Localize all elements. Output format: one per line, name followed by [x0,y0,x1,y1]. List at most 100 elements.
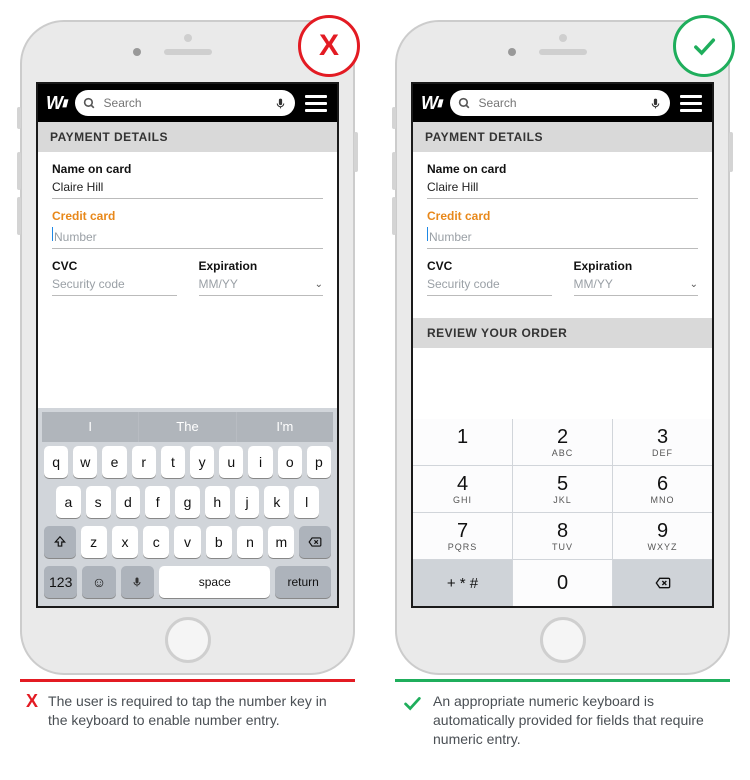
caption-bad: X The user is required to tap the number… [20,682,355,730]
key-l[interactable]: l [294,486,319,518]
key-v[interactable]: v [174,526,200,558]
card-field: Credit card Number [427,209,698,249]
key-q[interactable]: q [44,446,68,478]
numkey-6[interactable]: 6MNO [613,466,712,512]
kb-row-3: zxcvbnm [42,522,333,562]
qwerty-keyboard: I The I'm qwertyuiop asdfghjkl zxcvbnm [38,408,337,606]
key-c[interactable]: c [143,526,169,558]
caption-text: The user is required to tap the number k… [48,692,349,730]
backspace-key[interactable] [299,526,331,558]
key-u[interactable]: u [219,446,243,478]
x-icon: X [26,692,38,710]
name-field: Name on card Claire Hill [52,162,323,199]
numkey-1[interactable]: 1 [413,419,512,465]
numkey-5[interactable]: 5JKL [513,466,612,512]
card-field: Credit card Number [52,209,323,249]
x-icon: X [319,29,339,63]
name-label: Name on card [52,162,323,176]
numkey-3[interactable]: 3DEF [613,419,712,465]
key-d[interactable]: d [116,486,141,518]
backspace-key[interactable] [613,560,712,606]
badge-good [673,15,735,77]
key-r[interactable]: r [132,446,156,478]
key-z[interactable]: z [81,526,107,558]
mic-key[interactable] [121,566,154,598]
emoji-key[interactable]: ☺ [82,566,115,598]
key-p[interactable]: p [307,446,331,478]
chevron-down-icon: ⌄ [690,279,698,290]
shift-key[interactable] [44,526,76,558]
key-j[interactable]: j [235,486,260,518]
mic-icon[interactable] [274,97,287,110]
key-m[interactable]: m [268,526,294,558]
search-box[interactable] [450,90,670,116]
section-title: PAYMENT DETAILS [413,122,712,152]
key-t[interactable]: t [161,446,185,478]
key-x[interactable]: x [112,526,138,558]
name-value[interactable]: Claire Hill [427,180,698,199]
return-key[interactable]: return [275,566,331,598]
check-icon [401,692,423,717]
backspace-icon [306,535,324,549]
key-i[interactable]: i [248,446,272,478]
exp-field: Expiration MM/YY⌄ [574,259,699,296]
suggestion[interactable]: I [42,412,139,442]
key-n[interactable]: n [237,526,263,558]
key-w[interactable]: w [73,446,97,478]
cvc-field: CVC Security code [427,259,552,296]
name-label: Name on card [427,162,698,176]
search-input[interactable] [102,95,268,111]
exp-input[interactable]: MM/YY⌄ [574,277,699,296]
key-o[interactable]: o [278,446,302,478]
caption-text: An appropriate numeric keyboard is autom… [433,692,724,749]
suggestion[interactable]: The [139,412,236,442]
home-button[interactable] [165,617,211,663]
cvc-input[interactable]: Security code [427,277,552,296]
app-logo[interactable]: W▮ [421,93,442,114]
exp-label: Expiration [199,259,324,273]
home-button[interactable] [540,617,586,663]
review-section-title: REVIEW YOUR ORDER [413,318,712,348]
card-label: Credit card [52,209,323,223]
app-logo[interactable]: W▮ [46,93,67,114]
key-s[interactable]: s [86,486,111,518]
key-a[interactable]: a [56,486,81,518]
card-input[interactable]: Number [427,227,698,249]
name-value[interactable]: Claire Hill [52,180,323,199]
numkey-9[interactable]: 9WXYZ [613,513,712,559]
app-header: W▮ [413,84,712,122]
menu-button[interactable] [678,95,704,112]
key-b[interactable]: b [206,526,232,558]
cvc-input[interactable]: Security code [52,277,177,296]
key-e[interactable]: e [102,446,126,478]
section-title: PAYMENT DETAILS [38,122,337,152]
key-h[interactable]: h [205,486,230,518]
card-input[interactable]: Number [52,227,323,249]
payment-form: Name on card Claire Hill Credit card Num… [413,152,712,419]
backspace-icon [652,575,674,591]
exp-input[interactable]: MM/YY⌄ [199,277,324,296]
suggestion[interactable]: I'm [237,412,333,442]
check-icon [690,32,718,60]
symbol-key[interactable]: + * # [413,560,512,606]
space-key[interactable]: space [159,566,270,598]
menu-button[interactable] [303,95,329,112]
numkey-7[interactable]: 7PQRS [413,513,512,559]
mic-icon[interactable] [649,97,662,110]
key-g[interactable]: g [175,486,200,518]
cvc-label: CVC [427,259,552,273]
key-k[interactable]: k [264,486,289,518]
key-f[interactable]: f [145,486,170,518]
search-input[interactable] [477,95,643,111]
numkey-2[interactable]: 2ABC [513,419,612,465]
numeric-key[interactable]: 123 [44,566,77,598]
numkey-4[interactable]: 4GHI [413,466,512,512]
key-y[interactable]: y [190,446,214,478]
numkey-0[interactable]: 0 [513,560,612,606]
search-box[interactable] [75,90,295,116]
kb-row-4: 123 ☺ space return [42,562,333,602]
suggestion-bar: I The I'm [42,412,333,442]
name-field: Name on card Claire Hill [427,162,698,199]
numkey-8[interactable]: 8TUV [513,513,612,559]
screen: W▮ PAYMENT DETAILS Name on card Claire H… [411,82,714,608]
